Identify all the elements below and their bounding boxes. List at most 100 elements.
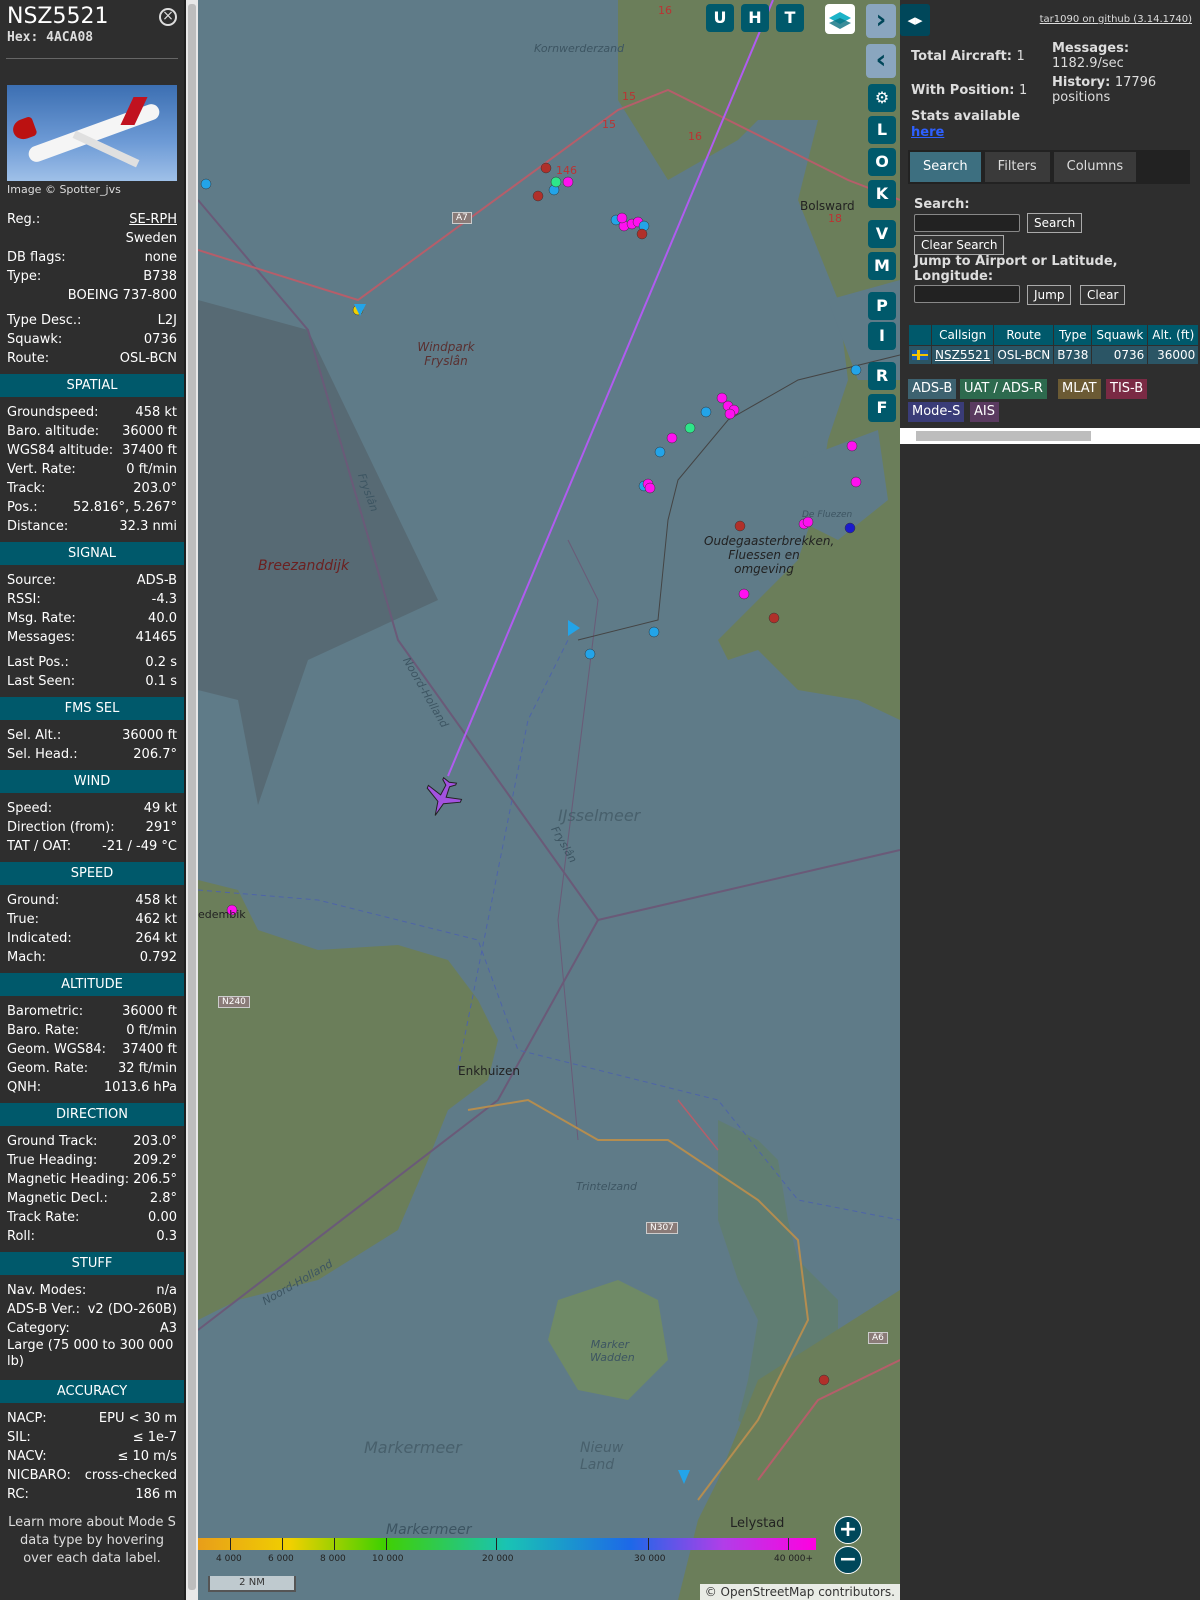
table-row[interactable]: NSZ5521 OSL-BCN B738 0736 36000 xyxy=(909,346,1199,364)
info-label[interactable]: Mach: xyxy=(7,948,46,967)
info-label[interactable]: NICBARO: xyxy=(7,1466,71,1485)
info-label[interactable]: Magnetic Decl.: xyxy=(7,1189,108,1208)
aircraft-marker[interactable] xyxy=(818,1374,830,1386)
aircraft-marker[interactable] xyxy=(540,162,552,174)
map-button-u[interactable]: U xyxy=(706,4,734,32)
info-label[interactable]: Ground Track: xyxy=(7,1132,97,1151)
zoom-in-button[interactable]: + xyxy=(834,1516,862,1544)
cell-callsign[interactable]: NSZ5521 xyxy=(932,346,994,364)
info-label[interactable]: True: xyxy=(7,910,39,929)
attribution-osm-link[interactable]: OpenStreetMap xyxy=(721,1585,815,1599)
map-button-v[interactable]: V xyxy=(868,220,896,248)
map-button-l[interactable]: L xyxy=(868,116,896,144)
table-horizontal-scrollbar[interactable] xyxy=(900,428,1200,444)
info-label[interactable]: Track Rate: xyxy=(7,1208,79,1227)
map-button-r[interactable]: R xyxy=(868,362,896,390)
expand-sidebar-button[interactable]: › xyxy=(866,4,896,38)
map-button-t[interactable]: T xyxy=(776,4,804,32)
map-canvas[interactable] xyxy=(198,0,900,1600)
info-label[interactable]: WGS84 altitude: xyxy=(7,441,113,460)
search-button[interactable]: Search xyxy=(1027,213,1083,233)
aircraft-marker[interactable] xyxy=(666,432,678,444)
info-label[interactable]: Vert. Rate: xyxy=(7,460,76,479)
info-panel-scrollbar[interactable] xyxy=(186,0,198,1600)
info-label[interactable]: Large (75 000 to 300 000 lb) xyxy=(7,1338,177,1370)
aircraft-marker[interactable] xyxy=(768,612,780,624)
zoom-out-button[interactable]: − xyxy=(834,1546,862,1574)
info-label[interactable]: RSSI: xyxy=(7,590,41,609)
registration-link[interactable]: SE-RPH xyxy=(129,210,177,229)
col-type[interactable]: Type xyxy=(1054,325,1092,345)
info-label[interactable]: Geom. Rate: xyxy=(7,1059,88,1078)
aircraft-marker[interactable] xyxy=(636,228,648,240)
github-link[interactable]: tar1090 on github (3.14.1740) xyxy=(1040,14,1192,25)
info-label[interactable]: Last Seen: xyxy=(7,672,75,691)
info-label[interactable]: Last Pos.: xyxy=(7,653,69,672)
close-icon[interactable]: × xyxy=(159,8,177,26)
aircraft-marker[interactable] xyxy=(846,440,858,452)
aircraft-marker-plane[interactable] xyxy=(568,620,580,636)
info-label[interactable]: Sel. Alt.: xyxy=(7,726,61,745)
info-label[interactable]: QNH: xyxy=(7,1078,41,1097)
col-callsign[interactable]: Callsign xyxy=(932,325,994,345)
aircraft-marker[interactable] xyxy=(850,476,862,488)
collapse-sidebar-button[interactable]: ‹ xyxy=(866,44,896,78)
aircraft-marker[interactable] xyxy=(532,190,544,202)
layers-button[interactable] xyxy=(825,4,855,34)
info-label[interactable]: Msg. Rate: xyxy=(7,609,76,628)
col-flag[interactable] xyxy=(909,325,931,345)
settings-gear-icon[interactable]: ⚙ xyxy=(868,84,896,112)
map-button-i[interactable]: I xyxy=(868,322,896,350)
info-label[interactable]: RC: xyxy=(7,1485,29,1504)
aircraft-marker[interactable] xyxy=(616,212,628,224)
aircraft-marker[interactable] xyxy=(644,482,656,494)
info-label[interactable]: Indicated: xyxy=(7,929,72,948)
aircraft-marker[interactable] xyxy=(562,176,574,188)
jump-button[interactable]: Jump xyxy=(1027,285,1072,305)
selected-aircraft-icon[interactable] xyxy=(419,773,467,822)
info-label[interactable]: Distance: xyxy=(7,517,68,536)
aircraft-marker[interactable] xyxy=(844,522,856,534)
info-label[interactable]: NACP: xyxy=(7,1409,47,1428)
map[interactable]: IJsselmeer Markermeer Markermeer Nieuw L… xyxy=(198,0,900,1600)
info-label[interactable]: Sel. Head.: xyxy=(7,745,78,764)
col-squawk[interactable]: Squawk xyxy=(1092,325,1148,345)
aircraft-marker[interactable] xyxy=(550,176,562,188)
clear-jump-button[interactable]: Clear xyxy=(1080,285,1126,305)
info-label[interactable]: Messages: xyxy=(7,628,75,647)
info-label[interactable]: ADS-B Ver.: xyxy=(7,1300,80,1319)
aircraft-marker[interactable] xyxy=(584,648,596,660)
map-button-f[interactable]: F xyxy=(868,394,896,422)
aircraft-marker[interactable] xyxy=(734,520,746,532)
map-button-k[interactable]: K xyxy=(868,180,896,208)
col-route[interactable]: Route xyxy=(994,325,1054,345)
info-label[interactable]: Speed: xyxy=(7,799,52,818)
info-label[interactable]: Pos.: xyxy=(7,498,38,517)
tab-columns[interactable]: Columns xyxy=(1053,152,1137,182)
info-label[interactable]: TAT / OAT: xyxy=(7,837,71,856)
map-button-p[interactable]: P xyxy=(868,292,896,320)
aircraft-marker[interactable] xyxy=(684,422,696,434)
jump-input[interactable] xyxy=(914,285,1020,303)
aircraft-marker[interactable] xyxy=(648,626,660,638)
aircraft-marker-plane[interactable] xyxy=(678,1470,690,1484)
info-label[interactable]: Geom. WGS84: xyxy=(7,1040,106,1059)
tab-search[interactable]: Search xyxy=(910,152,981,182)
info-label[interactable]: Nav. Modes: xyxy=(7,1281,86,1300)
info-label[interactable]: Track: xyxy=(7,479,45,498)
info-label[interactable]: Baro. altitude: xyxy=(7,422,99,441)
info-label[interactable]: NACV: xyxy=(7,1447,47,1466)
aircraft-marker[interactable] xyxy=(850,364,862,376)
aircraft-marker[interactable] xyxy=(654,446,666,458)
tab-filters[interactable]: Filters xyxy=(984,152,1050,182)
info-label[interactable]: Baro. Rate: xyxy=(7,1021,79,1040)
info-label[interactable]: Ground: xyxy=(7,891,59,910)
info-label[interactable]: Direction (from): xyxy=(7,818,115,837)
aircraft-marker[interactable] xyxy=(700,406,712,418)
search-input[interactable] xyxy=(914,214,1020,232)
clear-search-button[interactable]: Clear Search xyxy=(914,235,1005,255)
col-altitude[interactable]: Alt. (ft) xyxy=(1148,325,1199,345)
aircraft-marker[interactable] xyxy=(738,588,750,600)
info-label[interactable]: SIL: xyxy=(7,1428,31,1447)
aircraft-marker[interactable] xyxy=(724,408,736,420)
